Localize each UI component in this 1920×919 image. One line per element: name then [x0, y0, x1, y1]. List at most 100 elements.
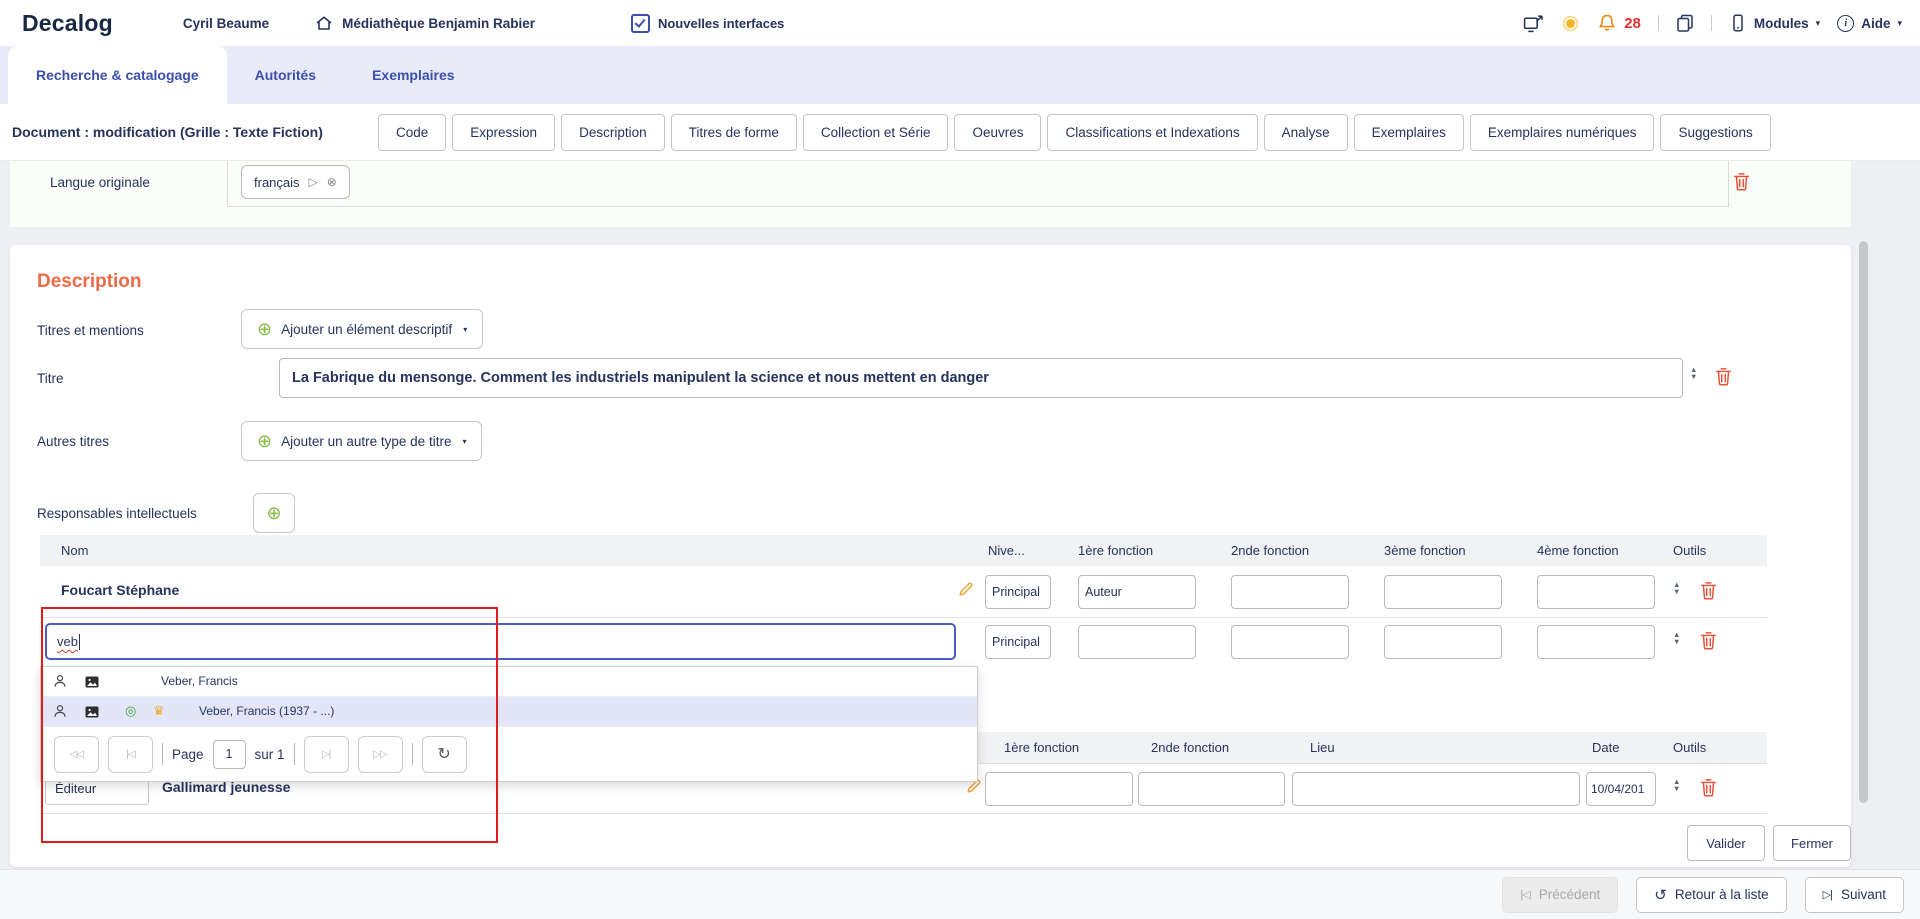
typed-query: veb — [57, 634, 78, 649]
tab-exemplaires[interactable]: Exemplaires — [344, 46, 483, 104]
modules-menu[interactable]: Modules ▾ — [1729, 14, 1820, 32]
autocomplete-option-selected[interactable]: ◎ ♛ Veber, Francis (1937 - ...) — [41, 697, 977, 727]
responsable-name-input[interactable]: veb — [45, 623, 956, 660]
precedent-button[interactable]: |◁ Précédent — [1502, 877, 1618, 913]
last-page-button[interactable]: ▷▷ — [358, 736, 403, 773]
niveau-input[interactable] — [985, 625, 1051, 659]
fonction4-input[interactable] — [1537, 575, 1655, 609]
vertical-scrollbar[interactable] — [1859, 241, 1868, 803]
section-button-collection-serie[interactable]: Collection et Série — [803, 114, 949, 151]
next-page-button[interactable]: ▷| — [304, 736, 349, 773]
chip-remove-icon[interactable]: ⊗ — [327, 175, 337, 189]
delete-titre-button[interactable] — [1715, 367, 1732, 386]
fonction1-input[interactable] — [1078, 625, 1196, 659]
edit-responsable-button[interactable] — [958, 581, 974, 597]
col-fonction1: 1ère fonction — [1078, 543, 1153, 558]
section-button-description[interactable]: Description — [561, 114, 665, 151]
chip-play-icon[interactable]: ▷ — [309, 175, 318, 189]
langue-originale-row: Langue originale français ▷ ⊗ — [10, 161, 1851, 227]
authority-badge-icon: ◎ — [125, 703, 136, 719]
autocomplete-option[interactable]: Veber, Francis — [41, 667, 977, 697]
delete-langue-button[interactable] — [1733, 172, 1750, 191]
chevron-down-icon: ▾ — [462, 437, 466, 446]
screen-export-button[interactable] — [1523, 14, 1544, 33]
chevron-down-icon: ▾ — [463, 325, 467, 334]
library-name: Médiathèque Benjamin Rabier — [342, 16, 535, 31]
fonction2-input[interactable] — [1138, 772, 1285, 806]
delete-row-button[interactable] — [1700, 581, 1717, 600]
fonction4-input[interactable] — [1537, 625, 1655, 659]
sort-down-icon: ▼ — [1690, 374, 1697, 380]
fonction1-input[interactable] — [985, 772, 1133, 806]
fonction1-input[interactable] — [1078, 575, 1196, 609]
main-tab-bar: Recherche & catalogage Autorités Exempla… — [0, 46, 1920, 104]
section-button-analyse[interactable]: Analyse — [1264, 114, 1348, 151]
sort-down-icon: ▼ — [1673, 786, 1680, 792]
trash-icon — [1715, 367, 1732, 386]
new-interfaces-label: Nouvelles interfaces — [658, 16, 784, 31]
add-title-type-button[interactable]: ⊕ Ajouter un autre type de titre ▾ — [241, 421, 482, 461]
decalog-logo[interactable]: Decalog — [22, 10, 113, 37]
fonction3-input[interactable] — [1384, 625, 1502, 659]
new-interfaces-toggle[interactable]: Nouvelles interfaces — [631, 14, 784, 33]
section-button-expression[interactable]: Expression — [452, 114, 555, 151]
trash-icon — [1700, 581, 1717, 600]
reorder-titre-handle[interactable]: ▲ ▼ — [1690, 367, 1697, 380]
niveau-input[interactable] — [985, 575, 1051, 609]
fonction2-input[interactable] — [1231, 625, 1349, 659]
trash-icon — [1700, 631, 1717, 650]
langue-chip[interactable]: français ▷ ⊗ — [241, 165, 350, 199]
notifications-button[interactable]: 28 — [1597, 13, 1641, 33]
first-page-button[interactable]: ◁◁ — [54, 736, 99, 773]
reorder-row-handle[interactable]: ▲ ▼ — [1673, 632, 1680, 645]
pencil-icon — [958, 581, 974, 597]
library-selector[interactable]: Médiathèque Benjamin Rabier — [315, 15, 535, 31]
fonction3-input[interactable] — [1384, 575, 1502, 609]
user-name[interactable]: Cyril Beaume — [183, 16, 269, 31]
reorder-row-handle[interactable]: ▲ ▼ — [1673, 582, 1680, 595]
page-of-label: sur 1 — [255, 747, 285, 762]
retour-liste-button[interactable]: ↺ Retour à la liste — [1636, 877, 1786, 913]
option-label: Veber, Francis — [161, 674, 238, 688]
refresh-button[interactable]: ↻ — [422, 736, 467, 773]
text-cursor — [79, 634, 80, 650]
delete-row-button[interactable] — [1700, 631, 1717, 650]
fermer-button[interactable]: Fermer — [1773, 825, 1851, 861]
tab-autorites[interactable]: Autorités — [227, 46, 344, 104]
langue-originale-label: Langue originale — [50, 175, 150, 190]
sort-down-icon: ▼ — [1673, 589, 1680, 595]
person-icon — [53, 674, 67, 688]
reorder-row-handle[interactable]: ▲ ▼ — [1673, 779, 1680, 792]
date-input[interactable] — [1586, 772, 1656, 806]
add-responsable-button[interactable]: ⊕ — [253, 493, 295, 533]
section-button-titres-de-forme[interactable]: Titres de forme — [671, 114, 797, 151]
mobile-icon — [1729, 14, 1747, 32]
valider-button[interactable]: Valider — [1687, 825, 1765, 861]
col-lieu: Lieu — [1310, 740, 1335, 755]
titre-input[interactable] — [279, 358, 1683, 398]
section-button-exemplaires[interactable]: Exemplaires — [1354, 114, 1464, 151]
fonction2-input[interactable] — [1231, 575, 1349, 609]
document-toolbar: Document : modification (Grille : Texte … — [0, 104, 1920, 161]
plus-circle-icon: ⊕ — [257, 320, 272, 338]
section-button-code[interactable]: Code — [378, 114, 446, 151]
section-button-oeuvres[interactable]: Oeuvres — [954, 114, 1041, 151]
description-section: Description Titres et mentions ⊕ Ajouter… — [10, 245, 1851, 867]
col-fonction1: 1ère fonction — [1004, 740, 1079, 755]
section-button-suggestions[interactable]: Suggestions — [1660, 114, 1770, 151]
separator — [412, 743, 413, 765]
lieu-input[interactable] — [1292, 772, 1580, 806]
page-number-input[interactable] — [213, 740, 246, 769]
duplicate-button[interactable] — [1676, 14, 1694, 32]
trash-icon — [1700, 778, 1717, 797]
footer-navigation: |◁ Précédent ↺ Retour à la liste ▷| Suiv… — [0, 869, 1920, 919]
previous-page-button[interactable]: |◁ — [108, 736, 153, 773]
delete-row-button[interactable] — [1700, 778, 1717, 797]
add-descriptive-element-button[interactable]: ⊕ Ajouter un élément descriptif ▾ — [241, 309, 483, 349]
suivant-button[interactable]: ▷| Suivant — [1805, 877, 1904, 913]
section-button-exemplaires-numeriques[interactable]: Exemplaires numériques — [1470, 114, 1655, 151]
tab-recherche-catalogage[interactable]: Recherche & catalogage — [8, 46, 227, 104]
help-menu[interactable]: i Aide ▾ — [1837, 15, 1902, 32]
section-button-classifications[interactable]: Classifications et Indexations — [1047, 114, 1257, 151]
tips-button[interactable] — [1561, 14, 1580, 33]
